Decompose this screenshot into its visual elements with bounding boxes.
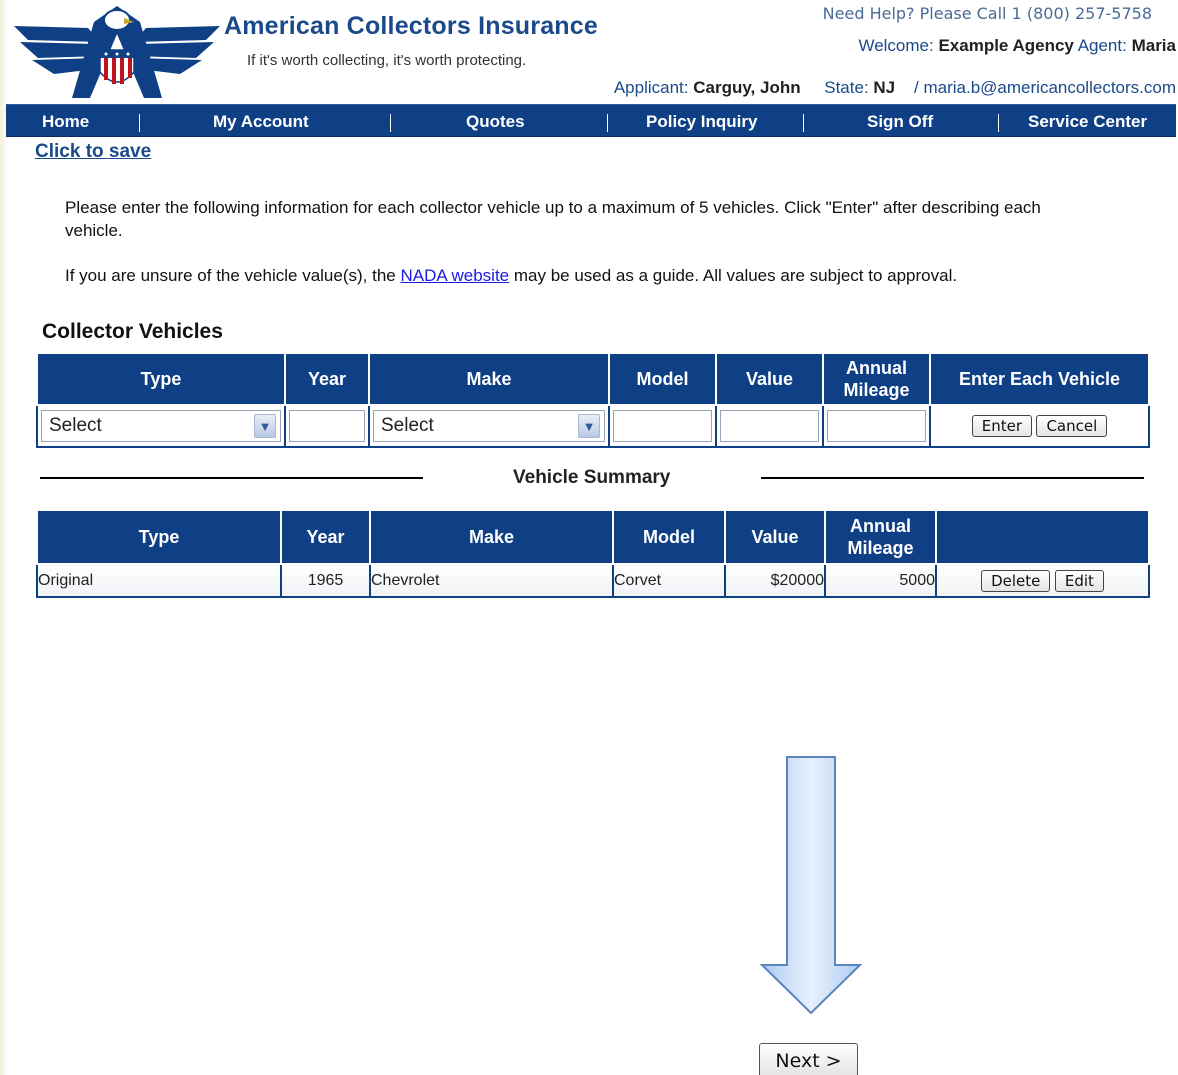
header-make: Make: [368, 352, 610, 406]
value-input[interactable]: [720, 410, 819, 442]
year-cell: [284, 404, 370, 448]
next-button[interactable]: Next >: [759, 1043, 858, 1075]
nav-separator: [607, 114, 608, 132]
summary-model: Corvet: [612, 563, 726, 598]
nav-home[interactable]: Home: [42, 105, 89, 138]
header-enter-each-vehicle: Enter Each Vehicle: [929, 352, 1150, 406]
year-input[interactable]: [289, 410, 365, 442]
nada-website-link[interactable]: NADA website: [400, 266, 509, 285]
nav-quotes[interactable]: Quotes: [466, 105, 525, 138]
summary-header-annual-mileage: Annual Mileage: [824, 509, 937, 565]
header-annual-mileage: Annual Mileage: [822, 352, 931, 406]
nav-my-account[interactable]: My Account: [213, 105, 309, 138]
state-value: NJ: [873, 78, 896, 97]
summary-header-type: Type: [36, 509, 282, 565]
applicant-line: Applicant: Carguy, John State: NJ / mari…: [614, 78, 1176, 98]
nada-note-prefix: If you are unsure of the vehicle value(s…: [65, 266, 401, 285]
summary-header-actions: [935, 509, 1150, 565]
model-cell: [608, 404, 717, 448]
brand-tagline: If it's worth collecting, it's worth pro…: [247, 52, 527, 69]
summary-actions-cell: Delete Edit: [935, 563, 1150, 598]
vehicle-entry-table: Type Year Make Model Value Annual Mileag…: [36, 352, 1150, 448]
nav-policy-inquiry[interactable]: Policy Inquiry: [646, 105, 757, 138]
agent-email: / maria.b@americancollectors.com: [914, 78, 1176, 97]
model-input[interactable]: [613, 410, 712, 442]
summary-header-value: Value: [724, 509, 826, 565]
collector-vehicles-heading: Collector Vehicles: [42, 320, 223, 343]
nada-note-suffix: may be used as a guide. All values are s…: [509, 266, 958, 285]
intro-instructions: Please enter the following information f…: [65, 198, 1041, 240]
type-select[interactable]: Select ▼: [41, 410, 281, 442]
summary-header-year: Year: [280, 509, 371, 565]
nav-separator: [803, 114, 804, 132]
nav-separator: [139, 114, 140, 132]
state-label: State:: [824, 78, 869, 97]
summary-year: 1965: [280, 563, 371, 598]
summary-header-make: Make: [369, 509, 614, 565]
chevron-down-icon[interactable]: ▼: [254, 414, 276, 438]
help-phone-text: Need Help? Please Call 1 (800) 257-5758: [822, 4, 1152, 23]
nav-sign-off[interactable]: Sign Off: [867, 105, 933, 138]
entry-input-row: Select ▼ Select ▼ Enter Cancel: [36, 404, 1150, 448]
agent-name: Maria: [1131, 36, 1176, 55]
header-model: Model: [608, 352, 717, 406]
delete-button[interactable]: Delete: [981, 569, 1051, 592]
main-nav: Home My Account Quotes Policy Inquiry Si…: [6, 104, 1176, 137]
chevron-down-icon[interactable]: ▼: [578, 414, 600, 438]
eagle-shield-logo: [14, 6, 220, 98]
applicant-name: Carguy, John: [693, 78, 801, 97]
edit-button[interactable]: Edit: [1054, 569, 1104, 592]
click-to-save-link[interactable]: Click to save: [35, 141, 151, 163]
summary-value: $20000: [724, 563, 826, 598]
make-cell: Select ▼: [368, 404, 610, 448]
type-cell: Select ▼: [36, 404, 286, 448]
summary-header-model: Model: [612, 509, 726, 565]
vehicle-summary-table: Type Year Make Model Value Annual Mileag…: [36, 509, 1150, 598]
down-arrow-icon: [760, 756, 863, 1015]
summary-make: Chevrolet: [369, 563, 614, 598]
cancel-button[interactable]: Cancel: [1036, 415, 1108, 437]
agency-name: Example Agency: [938, 36, 1074, 55]
header-type: Type: [36, 352, 286, 406]
summary-header-row: Type Year Make Model Value Annual Mileag…: [36, 509, 1150, 565]
enter-button[interactable]: Enter: [971, 415, 1032, 437]
summary-mileage: 5000: [824, 563, 937, 598]
annual-mileage-input[interactable]: [827, 410, 926, 442]
welcome-line: Welcome: Example Agency Agent: Maria: [858, 36, 1176, 56]
make-select[interactable]: Select ▼: [373, 410, 605, 442]
header-year: Year: [284, 352, 370, 406]
nav-separator: [998, 114, 999, 132]
value-cell: [715, 404, 824, 448]
nav-service-center[interactable]: Service Center: [1028, 105, 1147, 138]
welcome-label: Welcome:: [858, 36, 934, 55]
agent-label: Agent:: [1077, 36, 1127, 55]
nav-separator: [390, 114, 391, 132]
summary-divider-left: [40, 477, 423, 479]
type-select-value: Select: [49, 415, 102, 436]
summary-type: Original: [36, 563, 282, 598]
applicant-label: Applicant:: [613, 78, 689, 97]
brand-title: American Collectors Insurance: [224, 12, 598, 40]
entry-header-row: Type Year Make Model Value Annual Mileag…: [36, 352, 1150, 406]
intro-nada-note: If you are unsure of the vehicle value(s…: [65, 266, 1125, 286]
header-value: Value: [715, 352, 824, 406]
make-select-value: Select: [381, 415, 434, 436]
page-left-edge: [0, 0, 6, 1075]
mileage-cell: [822, 404, 931, 448]
vehicle-summary-heading: Vehicle Summary: [513, 467, 671, 488]
table-row: Original 1965 Chevrolet Corvet $20000 50…: [36, 563, 1150, 598]
entry-actions-cell: Enter Cancel: [929, 404, 1150, 448]
summary-divider-right: [761, 477, 1144, 479]
